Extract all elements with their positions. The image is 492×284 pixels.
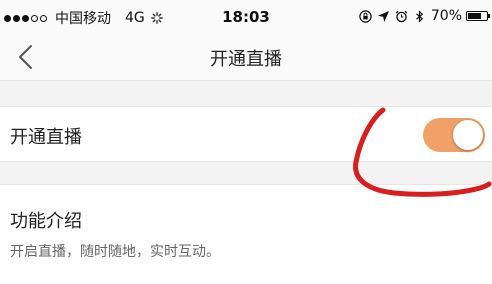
battery-icon [466, 11, 490, 21]
enable-live-setting-row: 开通直播 [0, 106, 492, 162]
status-bar: 中国移动 4G 18:03 70% [0, 0, 492, 34]
section-heading: 功能介绍 [10, 211, 82, 232]
feature-description-section: 功能介绍 开启直播，随时随地，实时互动。 [0, 184, 492, 284]
feature-description-text: 开启直播，随时随地，实时互动。 [10, 244, 220, 260]
enable-live-toggle[interactable] [423, 118, 485, 152]
orientation-lock-icon [359, 9, 372, 23]
battery-fill [468, 13, 481, 19]
toggle-knob[interactable] [453, 120, 483, 150]
bluetooth-icon [413, 9, 426, 23]
page-title: 开通直播 [210, 49, 282, 70]
navigation-bar: 开通直播 [0, 34, 492, 81]
battery-percent: 70% [430, 8, 462, 24]
alarm-icon [395, 10, 408, 23]
setting-label: 开通直播 [10, 127, 82, 148]
location-arrow-icon [377, 10, 390, 23]
status-right: 70% [354, 8, 490, 24]
